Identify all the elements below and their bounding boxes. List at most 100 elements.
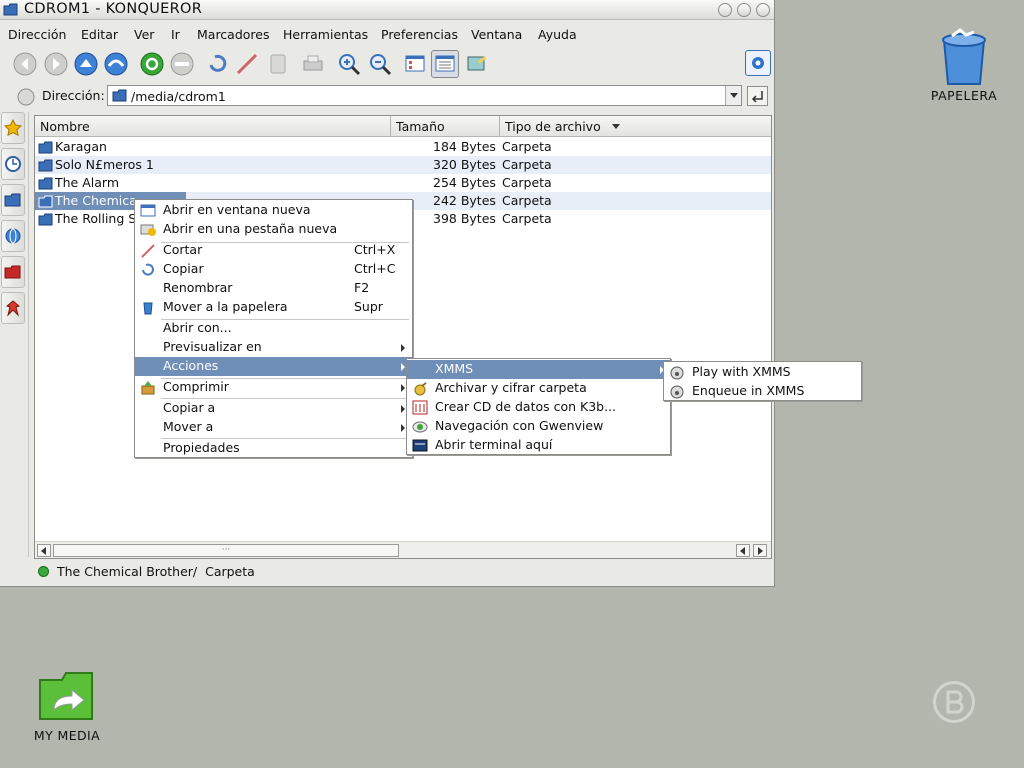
menu-item-label: Acciones <box>163 358 219 373</box>
menu-item-preview-in[interactable]: Previsualizar en <box>135 338 412 357</box>
minimize-button[interactable] <box>718 3 732 17</box>
konqueror-gear-icon[interactable] <box>745 50 771 76</box>
go-button[interactable] <box>747 86 768 106</box>
preview-icon[interactable] <box>463 50 491 78</box>
table-row[interactable]: The Alarm 254 Bytes Carpeta <box>35 174 771 192</box>
horizontal-scrollbar[interactable]: ··· <box>35 541 771 558</box>
root-folder-icon[interactable] <box>1 256 25 288</box>
menu-item-archive-encrypt[interactable]: Archivar y cifrar carpeta <box>407 379 670 398</box>
status-led-icon <box>38 566 49 577</box>
table-row[interactable]: Karagan 184 Bytes Carpeta <box>35 138 771 156</box>
menu-item-properties[interactable]: Propiedades <box>135 439 412 458</box>
list-header: Nombre Tamaño Tipo de archivo <box>35 116 771 137</box>
new-tab-icon <box>140 222 156 240</box>
copy-icon[interactable] <box>203 50 231 78</box>
table-row[interactable]: Solo N£meros 1 320 Bytes Carpeta <box>35 156 771 174</box>
trash-icon <box>918 28 1010 88</box>
zoom-in-icon[interactable] <box>335 50 363 78</box>
forward-icon[interactable] <box>42 50 70 78</box>
cut-icon[interactable] <box>233 50 261 78</box>
back-icon[interactable] <box>11 50 39 78</box>
print-icon[interactable] <box>299 50 327 78</box>
up-icon[interactable] <box>72 50 100 78</box>
row-name: Solo N£meros 1 <box>55 157 154 172</box>
menu-item-rename[interactable]: Renombrar F2 <box>135 279 412 298</box>
headphones-icon <box>669 384 685 402</box>
menu-item-open-new-window[interactable]: Abrir en ventana nueva <box>135 201 412 220</box>
menu-item-open-with[interactable]: Abrir con... <box>135 319 412 338</box>
menu-item-open-new-tab[interactable]: Abrir en una pestaña nueva <box>135 220 412 239</box>
menu-item-actions[interactable]: Acciones <box>135 357 412 376</box>
maximize-button[interactable] <box>737 3 751 17</box>
bookmarks-icon[interactable] <box>1 112 25 144</box>
row-size: 242 Bytes <box>433 193 496 208</box>
reload-icon[interactable] <box>138 50 166 78</box>
folder-icon <box>38 176 53 193</box>
menu-preferencias[interactable]: Preferencias <box>381 27 458 42</box>
menu-item-compress[interactable]: Comprimir <box>135 378 412 397</box>
menu-item-label: Renombrar <box>163 280 233 295</box>
address-input[interactable]: /media/cdrom1 <box>107 85 742 106</box>
sidebar-divider[interactable] <box>28 112 29 557</box>
menu-item-k3b[interactable]: Crear CD de datos con K3b... <box>407 398 670 417</box>
close-button[interactable] <box>756 3 770 17</box>
row-name: The Alarm <box>55 175 120 190</box>
column-header-size[interactable]: Tamaño <box>391 116 500 137</box>
menu-editar[interactable]: Editar <box>81 27 118 42</box>
home-folder-icon[interactable] <box>1 184 25 216</box>
distro-logo-icon <box>933 681 975 723</box>
scroll-right-button[interactable] <box>753 544 767 557</box>
folder-icon <box>38 158 53 175</box>
menu-item-label: Crear CD de datos con K3b... <box>435 399 617 414</box>
home-icon[interactable] <box>102 50 130 78</box>
context-menu: Abrir en ventana nueva Abrir en una pest… <box>134 199 413 458</box>
scroll-left-button-2[interactable] <box>736 544 750 557</box>
menu-item-gwenview[interactable]: Navegación con Gwenview <box>407 417 670 436</box>
network-icon[interactable] <box>1 220 25 252</box>
icon-view-icon[interactable] <box>401 50 429 78</box>
menu-item-label: Archivar y cifrar carpeta <box>435 380 587 395</box>
title-bar[interactable]: CDROM1 - KONQUEROR <box>0 0 774 20</box>
desktop-trash[interactable]: PAPELERA <box>918 28 1010 103</box>
menu-item-label: Abrir en ventana nueva <box>163 202 311 217</box>
menu-direccion[interactable]: Dirección <box>8 27 66 42</box>
row-name: The Chemical Brother <box>55 193 135 208</box>
column-name-label: Nombre <box>40 119 90 134</box>
folder-icon <box>3 2 19 20</box>
detail-view-icon[interactable] <box>431 50 459 78</box>
column-header-name[interactable]: Nombre <box>35 116 391 137</box>
menu-item-label: Abrir terminal aquí <box>435 437 553 452</box>
menu-item-copy-to[interactable]: Copiar a <box>135 399 412 418</box>
column-header-type[interactable]: Tipo de archivo <box>500 116 771 137</box>
zoom-out-icon[interactable] <box>366 50 394 78</box>
menu-marcadores[interactable]: Marcadores <box>197 27 270 42</box>
scroll-thumb[interactable]: ··· <box>53 544 399 557</box>
scroll-left-button[interactable] <box>37 544 51 557</box>
menu-item-move-to[interactable]: Mover a <box>135 418 412 437</box>
menu-ventana[interactable]: Ventana <box>471 27 522 42</box>
column-type-label: Tipo de archivo <box>505 119 601 134</box>
history-icon[interactable] <box>1 148 25 180</box>
desktop-my-media[interactable]: MY MEDIA <box>20 666 114 743</box>
folder-icon <box>38 140 53 157</box>
services-icon[interactable] <box>1 292 25 324</box>
menu-item-cut[interactable]: Cortar Ctrl+X <box>135 241 412 260</box>
menu-ver[interactable]: Ver <box>134 27 154 42</box>
menu-item-label: Propiedades <box>163 440 240 455</box>
menu-ir[interactable]: Ir <box>171 27 180 42</box>
menu-item-trash[interactable]: Mover a la papelera Supr <box>135 298 412 317</box>
menu-item-enqueue-xmms[interactable]: Enqueue in XMMS <box>664 382 861 401</box>
clear-location-icon[interactable] <box>17 88 35 109</box>
menu-ayuda[interactable]: Ayuda <box>538 27 577 42</box>
menu-item-label: Previsualizar en <box>163 339 262 354</box>
menu-item-xmms[interactable]: XMMS <box>407 360 670 379</box>
menu-item-copy[interactable]: Copiar Ctrl+C <box>135 260 412 279</box>
address-dropdown-button[interactable] <box>725 86 741 105</box>
paste-icon[interactable] <box>264 50 292 78</box>
menu-item-play-xmms[interactable]: Play with XMMS <box>664 363 861 382</box>
menu-item-terminal[interactable]: Abrir terminal aquí <box>407 436 670 455</box>
status-text: The Chemical Brother/ Carpeta <box>57 564 255 579</box>
stop-icon[interactable] <box>168 50 196 78</box>
row-name: Karagan <box>55 139 107 154</box>
menu-herramientas[interactable]: Herramientas <box>283 27 368 42</box>
